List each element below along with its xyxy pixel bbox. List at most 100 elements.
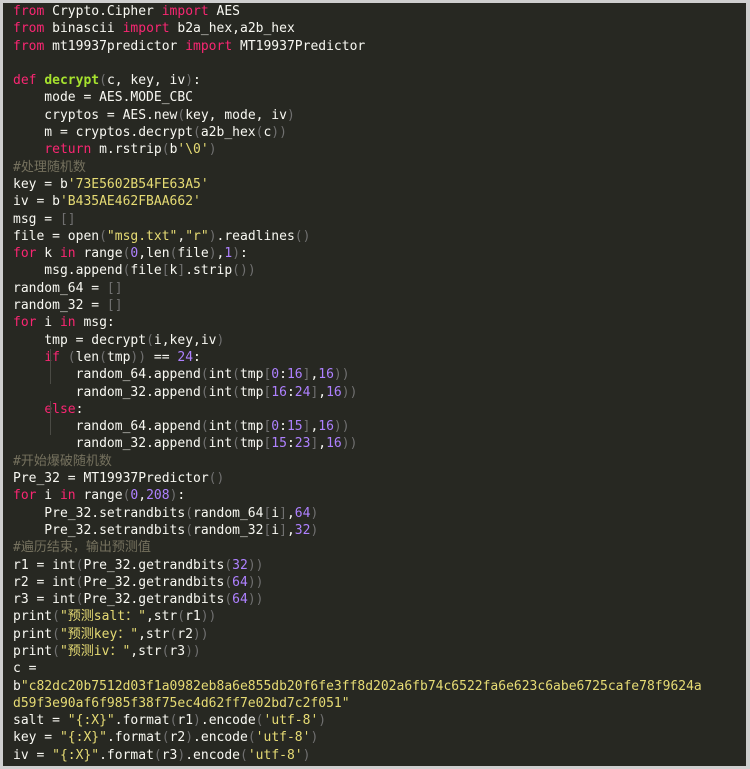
code-token: .format — [106, 730, 162, 746]
code-token: file — [177, 246, 209, 262]
code-line[interactable]: random_32.append(int(tmp[16:24],16)) — [3, 384, 746, 401]
code-token: : — [286, 436, 295, 452]
code-token: in — [59, 315, 76, 331]
code-token: msg.append — [13, 263, 123, 279]
code-line[interactable]: for i in range(0,208): — [3, 487, 746, 504]
code-token: for — [13, 315, 37, 331]
code-line[interactable]: def decrypt(c, key, iv): — [3, 72, 746, 89]
code-line[interactable]: from Crypto.Cipher import AES — [3, 3, 746, 20]
code-line[interactable]: random_64.append(int(tmp[0:16],16)) — [3, 366, 746, 384]
code-token: )) — [341, 436, 358, 452]
code-token: c,key,iv — [130, 765, 193, 766]
code-line[interactable]: r1 = int(Pre_32.getrandbits(32)) — [3, 557, 746, 574]
code-line[interactable]: else: — [3, 400, 746, 419]
code-line[interactable]: random_32 = [] — [3, 297, 746, 314]
code-line[interactable]: if (len(tmp)) == 24: — [3, 348, 746, 367]
code-line[interactable]: iv = "{:X}".format(r3).encode('utf-8') — [3, 747, 746, 764]
code-token: : — [240, 246, 248, 262]
code-token: 16 — [326, 436, 342, 452]
code-token: int — [208, 436, 233, 452]
code-token: ()) — [232, 263, 256, 279]
code-token: ] — [279, 522, 287, 538]
code-token: ) — [310, 505, 319, 521]
code-token: in — [59, 488, 76, 504]
code-line[interactable]: tmp = decrypt(i,key,iv) — [3, 332, 746, 349]
code-token: 0 — [271, 419, 280, 435]
code-line[interactable]: from binascii import b2a_hex,a2b_hex — [3, 20, 746, 37]
code-token: i — [271, 522, 280, 538]
code-line[interactable]: #开始爆破随机数 — [3, 453, 746, 470]
code-token: ( — [185, 522, 194, 538]
code-line[interactable]: key = b'73E5602B54FE63A5' — [3, 176, 746, 193]
code-token: "{:X}" — [59, 730, 107, 746]
code-token: [] — [59, 211, 76, 227]
code-line[interactable]: key = "{:X}".format(r2).encode('utf-8') — [3, 729, 746, 746]
code-token: ] — [279, 505, 287, 521]
code-token: "r" — [185, 228, 209, 244]
code-line[interactable]: c = — [3, 660, 746, 677]
code-token: ) — [208, 246, 217, 262]
code-token: tmp — [239, 384, 264, 400]
code-token: 64 — [232, 574, 248, 590]
code-line[interactable]: for k in range(0,len(file),1): — [3, 245, 746, 262]
code-line[interactable]: m = cryptos.decrypt(a2b_hex(c)) — [3, 124, 746, 141]
indent-guide — [50, 366, 51, 384]
code-line[interactable]: random_64.append(int(tmp[0:15],16)) — [3, 418, 746, 436]
code-line[interactable]: b"c82dc20b7512d03f1a0982eb8a6e855db20f6f… — [3, 678, 746, 695]
code-token: tmp — [239, 436, 264, 452]
code-token: ) — [286, 107, 295, 123]
code-line[interactable]: print("预测iv：",str(r3)) — [3, 643, 746, 660]
code-token: int — [208, 367, 233, 383]
code-line[interactable]: return m.rstrip(b'\0') — [3, 141, 746, 158]
code-token: mt19937predictor — [44, 38, 186, 54]
code-token: ( — [200, 367, 209, 383]
code-line[interactable]: random_32.append(int(tmp[15:23],16)) — [3, 435, 746, 452]
code-token: random_32 = — [13, 298, 107, 314]
code-token: '\0' — [177, 142, 209, 158]
indent-guide — [50, 348, 51, 367]
code-token: , — [318, 436, 327, 452]
code-token: 16 — [318, 419, 334, 435]
code-line[interactable]: r2 = int(Pre_32.getrandbits(64)) — [3, 574, 746, 591]
code-line[interactable]: r3 = int(Pre_32.getrandbits(64)) — [3, 591, 746, 608]
code-line[interactable]: print("预测salt：",str(r1)) — [3, 608, 746, 625]
code-line[interactable]: Pre_32.setrandbits(random_64[i],64) — [3, 505, 746, 522]
code-token: ( — [255, 713, 264, 729]
code-line[interactable]: salt = "{:X}".format(r1).encode('utf-8') — [3, 712, 746, 729]
code-token: i,key,iv — [153, 332, 217, 348]
code-line[interactable]: msg.append(file[k].strip()) — [3, 262, 746, 279]
code-token: key = — [13, 730, 60, 746]
code-line[interactable]: d59f3e90af6f985f38f75ec4d62ff7e02bd7c2f0… — [3, 695, 746, 712]
code-token: )) — [192, 626, 209, 642]
code-token: 15 — [286, 419, 303, 435]
code-token: ,str — [130, 643, 162, 659]
code-token: )) — [333, 367, 350, 383]
code-line[interactable]: #遍历结束，输出预测值 — [3, 539, 746, 556]
code-line[interactable]: for i in msg: — [3, 314, 746, 331]
code-line[interactable]: random_64 = [] — [3, 280, 746, 297]
code-line[interactable]: msg = [] — [3, 211, 746, 228]
code-line[interactable]: iv = b'B435AE462FBAA662' — [3, 193, 746, 210]
code-line[interactable]: Pre_32 = MT19937Predictor() — [3, 470, 746, 487]
code-line[interactable]: print("预测key：",str(r2)) — [3, 626, 746, 643]
code-token: ( — [52, 643, 60, 659]
code-line[interactable]: Pre_32.setrandbits(random_32[i],32) — [3, 522, 746, 539]
code-token: ( — [224, 592, 233, 608]
code-line[interactable]: cryptos = AES.new(key, mode, iv) — [3, 107, 746, 124]
code-line[interactable] — [3, 55, 746, 72]
code-line[interactable]: mode = AES.MODE_CBC — [3, 89, 746, 106]
code-line[interactable]: file = open("msg.txt","r").readlines() — [3, 228, 746, 245]
code-token: )) — [247, 557, 264, 573]
code-token: msg: — [75, 315, 115, 331]
code-line[interactable]: #处理随机数 — [3, 159, 746, 176]
code-token: range — [75, 246, 123, 262]
code-line[interactable]: flag = decrypt(c,key,iv) — [3, 764, 746, 766]
code-token: .format — [114, 713, 170, 729]
code-token: ) — [208, 142, 217, 158]
code-editor[interactable]: from Crypto.Cipher import AES from binasc… — [3, 3, 746, 766]
code-line[interactable]: from mt19937predictor import MT19937Pred… — [3, 38, 746, 55]
code-token: Pre_32.setrandbits — [13, 522, 186, 538]
